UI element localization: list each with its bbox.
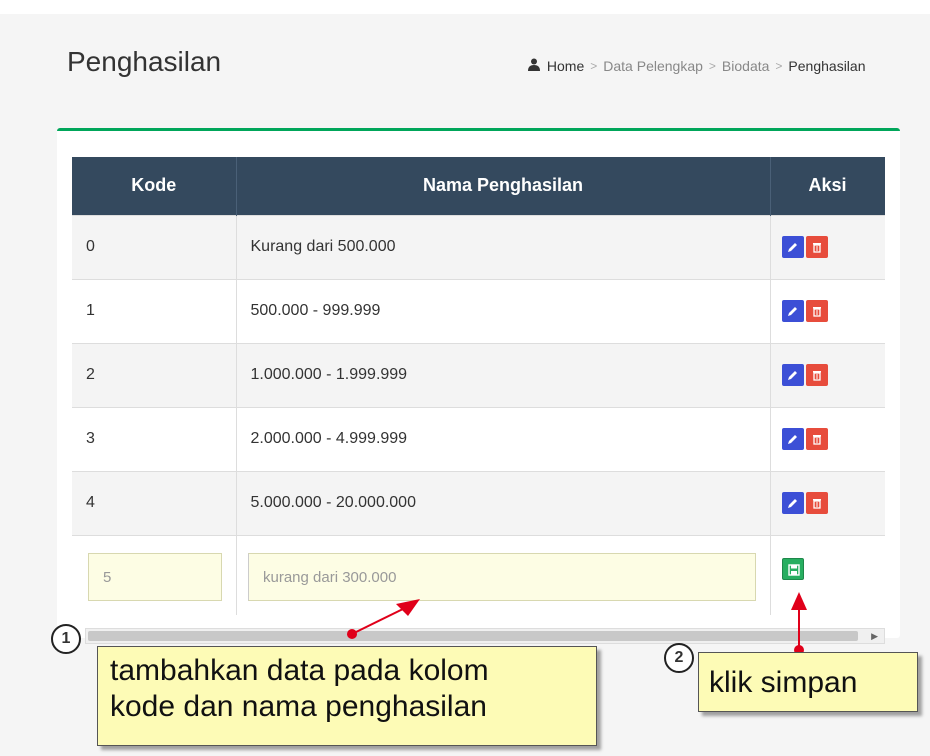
- delete-button[interactable]: [805, 492, 828, 514]
- scroll-right-arrow-icon[interactable]: ▶: [871, 631, 878, 642]
- pencil-icon: [787, 307, 797, 316]
- cell-nama: 500.000 - 999.999: [236, 278, 771, 343]
- penghasilan-table: Kode Nama Penghasilan Aksi 0 Kurang dari…: [72, 157, 885, 615]
- cell-aksi: [770, 342, 885, 407]
- cell-aksi: [770, 406, 885, 471]
- trash-icon: [812, 499, 821, 509]
- delete-button[interactable]: [805, 428, 828, 450]
- callout-1-line2: kode dan nama penghasilan: [110, 690, 487, 723]
- nama-penghasilan-input[interactable]: kurang dari 300.000: [248, 553, 756, 601]
- pencil-icon: [787, 435, 797, 444]
- delete-button[interactable]: [805, 300, 828, 322]
- edit-button[interactable]: [781, 428, 804, 450]
- pencil-icon: [787, 243, 797, 252]
- step-badge-1: 1: [51, 624, 81, 654]
- top-strip: [0, 0, 930, 14]
- pencil-icon: [787, 371, 797, 380]
- breadcrumb: Home > Data Pelengkap > Biodata > Pengha…: [528, 58, 865, 74]
- breadcrumb-separator: >: [590, 59, 598, 73]
- cell-nama: 1.000.000 - 1.999.999: [236, 342, 771, 407]
- save-button[interactable]: [781, 557, 804, 580]
- cell-aksi: [770, 534, 885, 615]
- cell-aksi: [770, 278, 885, 343]
- table-row: 3 2.000.000 - 4.999.999: [72, 406, 885, 471]
- scrollbar-thumb[interactable]: [88, 631, 858, 641]
- floppy-disk-icon: [787, 563, 800, 576]
- cell-nama: Kurang dari 500.000: [236, 214, 771, 279]
- instruction-callout-2: klik simpan: [698, 652, 918, 712]
- cell-nama: 2.000.000 - 4.999.999: [236, 406, 771, 471]
- table-row: 0 Kurang dari 500.000: [72, 214, 885, 279]
- cell-aksi: [770, 470, 885, 535]
- page-title: Penghasilan: [67, 46, 222, 77]
- column-header-nama[interactable]: Nama Penghasilan: [236, 157, 771, 215]
- trash-icon: [812, 435, 821, 445]
- edit-button[interactable]: [781, 300, 804, 322]
- delete-button[interactable]: [805, 364, 828, 386]
- breadcrumb-separator: >: [775, 59, 783, 73]
- cell-kode: 3: [72, 406, 237, 471]
- callout-1-line1: tambahkan data pada kolom: [110, 654, 489, 687]
- breadcrumb-item-current: Penghasilan: [788, 58, 866, 74]
- penghasilan-table-wrapper: Kode Nama Penghasilan Aksi 0 Kurang dari…: [72, 157, 885, 617]
- cell-kode: 2: [72, 342, 237, 407]
- breadcrumb-item-biodata[interactable]: Biodata: [722, 58, 769, 74]
- breadcrumb-home[interactable]: Home: [528, 58, 584, 74]
- edit-button[interactable]: [781, 236, 804, 258]
- user-icon: [528, 58, 540, 71]
- horizontal-scrollbar[interactable]: ▶: [85, 628, 885, 644]
- trash-icon: [812, 371, 821, 381]
- instruction-callout-1: tambahkan data pada kolom kode dan nama …: [97, 646, 597, 746]
- pencil-icon: [787, 499, 797, 508]
- step-badge-2: 2: [664, 643, 694, 673]
- cell-kode: 0: [72, 214, 237, 279]
- cell-aksi: [770, 214, 885, 279]
- breadcrumb-item-data-pelengkap[interactable]: Data Pelengkap: [603, 58, 703, 74]
- callout-2-text: klik simpan: [709, 666, 858, 699]
- cell-kode: 1: [72, 278, 237, 343]
- table-row: 4 5.000.000 - 20.000.000: [72, 470, 885, 535]
- table-header-row: Kode Nama Penghasilan Aksi: [72, 157, 885, 215]
- column-header-aksi: Aksi: [770, 157, 885, 215]
- edit-button[interactable]: [781, 492, 804, 514]
- column-header-kode[interactable]: Kode: [72, 157, 237, 215]
- breadcrumb-home-label[interactable]: Home: [547, 58, 584, 74]
- cell-kode: 4: [72, 470, 237, 535]
- breadcrumb-separator: >: [708, 59, 716, 73]
- trash-icon: [812, 243, 821, 253]
- kode-input[interactable]: 5: [88, 553, 222, 601]
- cell-nama: 5.000.000 - 20.000.000: [236, 470, 771, 535]
- trash-icon: [812, 307, 821, 317]
- table-row: 1 500.000 - 999.999: [72, 278, 885, 343]
- delete-button[interactable]: [805, 236, 828, 258]
- table-row: 2 1.000.000 - 1.999.999: [72, 342, 885, 407]
- edit-button[interactable]: [781, 364, 804, 386]
